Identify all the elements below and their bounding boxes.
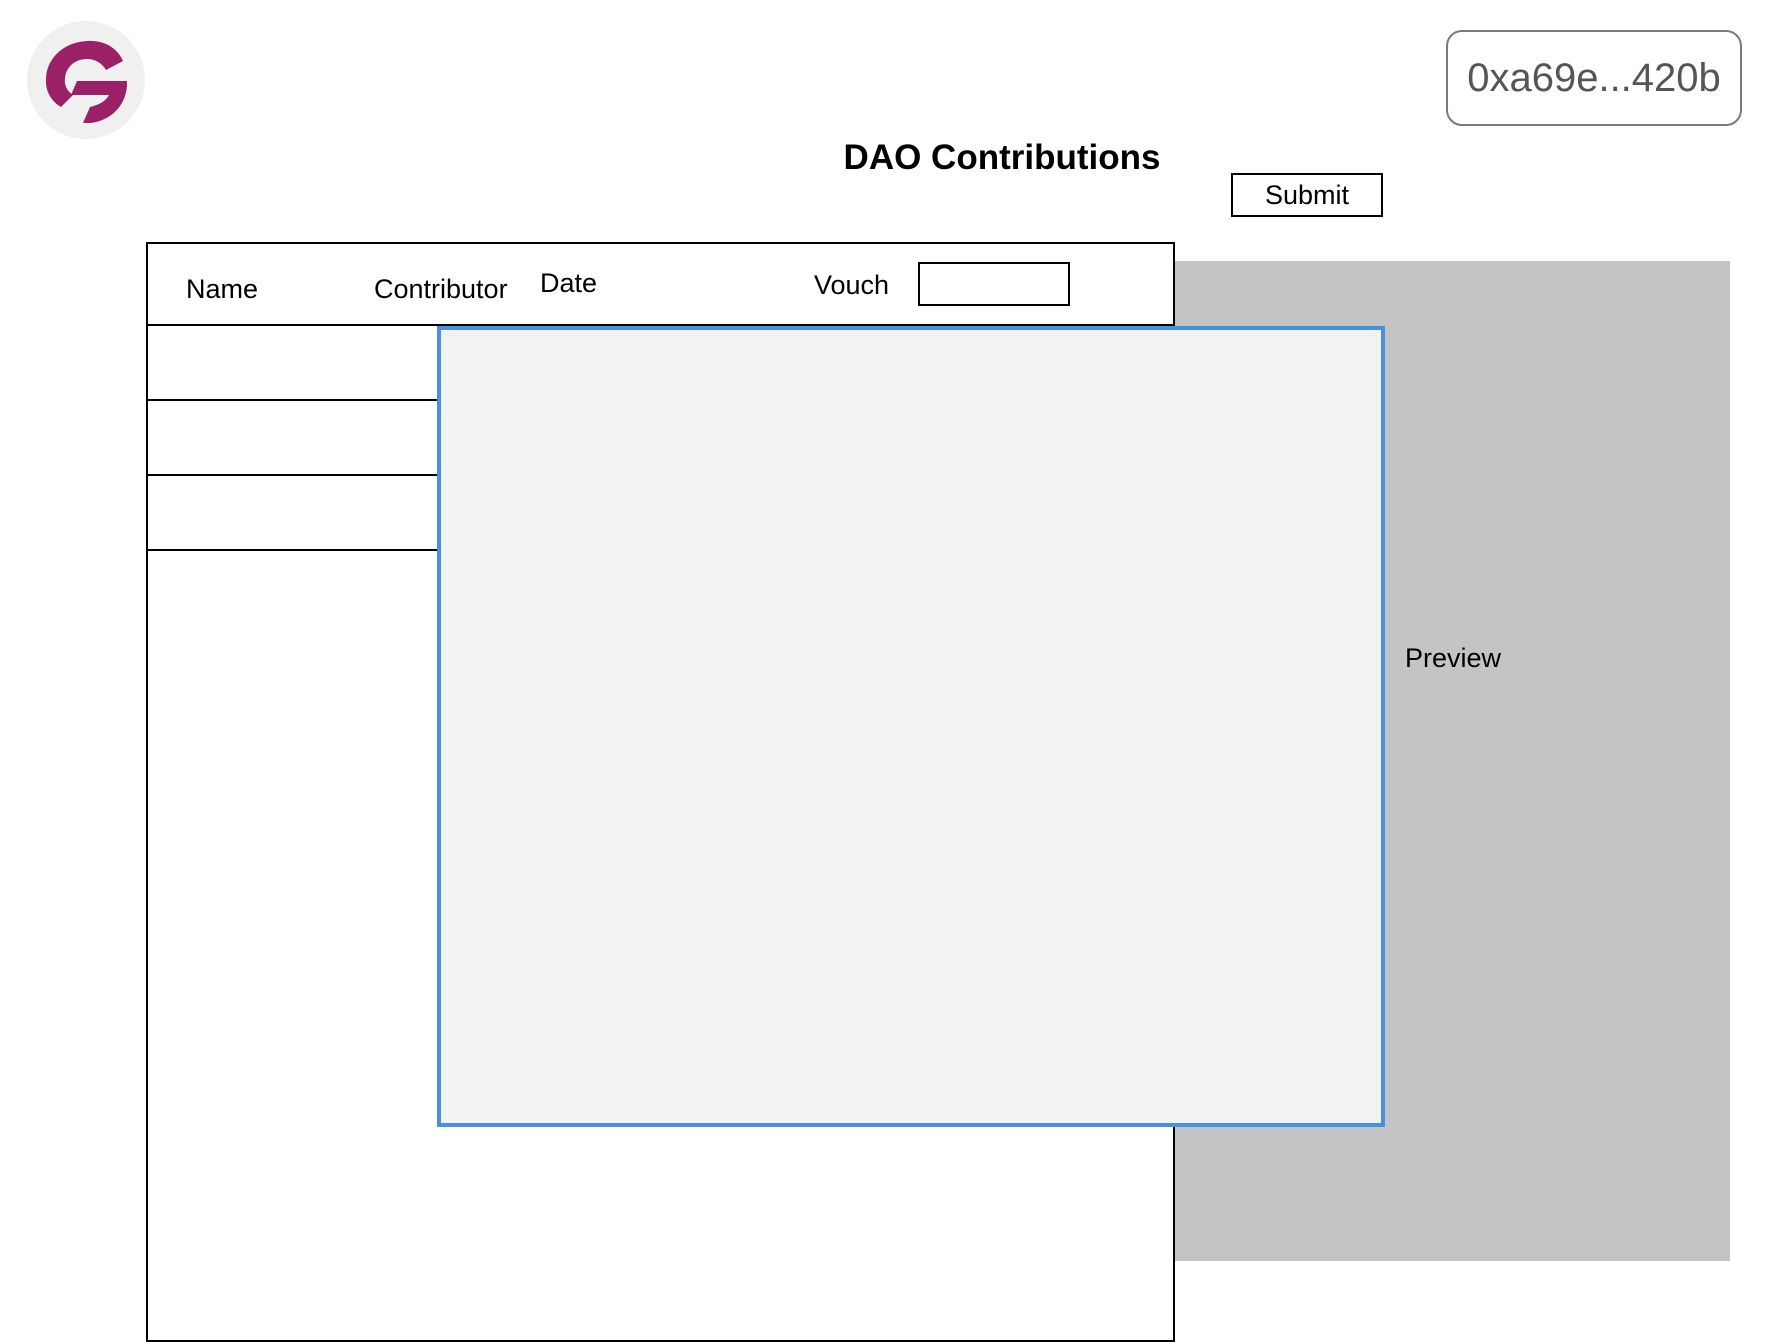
page-title: DAO Contributions bbox=[0, 138, 1770, 178]
column-header-date: Date bbox=[540, 268, 598, 298]
preview-label: Preview bbox=[1405, 643, 1502, 673]
logo[interactable] bbox=[27, 21, 145, 139]
wallet-address-button[interactable]: 0xa69e...420b bbox=[1446, 30, 1742, 126]
gitcoin-logo-icon bbox=[45, 40, 128, 123]
column-header-vouch: Vouch bbox=[814, 270, 890, 300]
column-header-contributor: Contributor bbox=[374, 274, 508, 304]
drop-zone[interactable] bbox=[437, 326, 1385, 1127]
submit-button-label: Submit bbox=[1264, 179, 1350, 210]
column-header-name: Name bbox=[186, 274, 259, 304]
vouch-input[interactable] bbox=[918, 262, 1070, 306]
submit-button[interactable]: Submit bbox=[1231, 173, 1383, 217]
wallet-address-text: 0xa69e...420b bbox=[1467, 55, 1721, 100]
page-title-text: DAO Contributions bbox=[843, 138, 1161, 177]
table-header: Name Contributor Date Vouch bbox=[148, 244, 1173, 326]
